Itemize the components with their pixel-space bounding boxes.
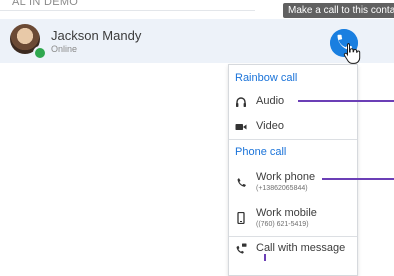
menu-item-call-with-message[interactable]: Call with message — [229, 239, 357, 261]
contact-status: Online — [51, 44, 78, 54]
rainbow-call-header: Rainbow call — [235, 72, 298, 84]
menu-item-audio[interactable]: Audio — [229, 92, 357, 114]
mobile-phone-icon — [237, 212, 245, 224]
work-mobile-number: ((760) 621-5419) — [256, 221, 309, 228]
work-mobile-label: Work mobile — [256, 207, 317, 219]
hand-cursor-icon — [343, 43, 361, 64]
call-tooltip: Make a call to this conta — [283, 3, 394, 18]
menu-item-video[interactable]: Video — [229, 117, 357, 139]
section-divider — [0, 10, 255, 11]
annotation-line — [264, 254, 266, 261]
video-label: Video — [256, 120, 284, 132]
work-phone-number: (+13862065844) — [256, 185, 308, 192]
menu-item-work-phone[interactable]: Work phone (+13862065844) — [229, 168, 357, 198]
annotation-line — [298, 100, 394, 102]
call-options-menu: Rainbow call Audio Video Phone call Work… — [228, 64, 358, 276]
menu-item-work-mobile[interactable]: Work mobile ((760) 621-5419) — [229, 204, 357, 234]
call-with-message-label: Call with message — [256, 242, 346, 254]
call-message-icon — [236, 243, 247, 254]
menu-divider — [229, 139, 357, 140]
phone-handset-icon — [237, 178, 246, 187]
phone-call-header: Phone call — [235, 146, 287, 158]
work-phone-label: Work phone — [256, 171, 316, 183]
video-camera-icon — [235, 124, 247, 130]
menu-divider — [229, 236, 357, 237]
annotation-line — [322, 178, 394, 180]
audio-label: Audio — [256, 95, 285, 107]
presence-online-indicator — [33, 46, 47, 60]
headphones-icon — [236, 97, 246, 107]
contact-name: Jackson Mandy — [51, 28, 142, 43]
section-label: AL IN DEMO — [12, 0, 79, 8]
